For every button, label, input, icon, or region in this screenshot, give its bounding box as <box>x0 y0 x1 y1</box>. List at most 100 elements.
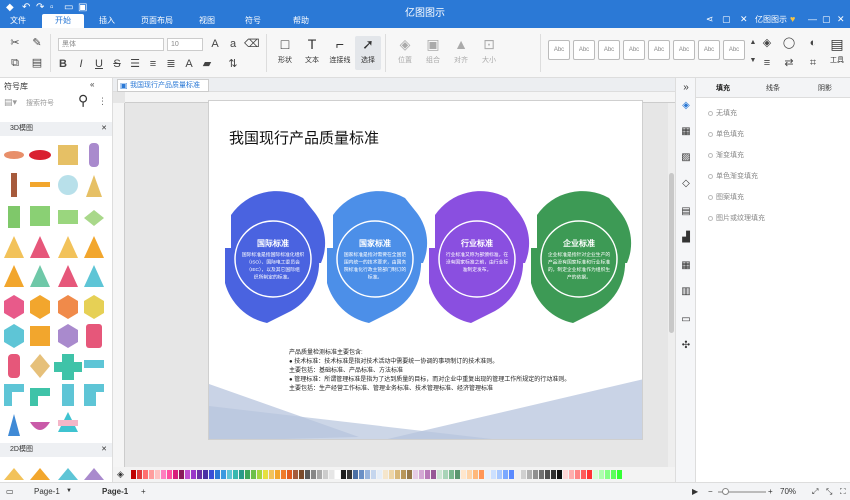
color-swatch[interactable] <box>545 470 550 479</box>
table-icon[interactable]: ▦ <box>680 260 692 272</box>
color-swatch[interactable] <box>527 470 532 479</box>
cut-icon[interactable]: ✂ <box>8 36 22 50</box>
shape-item[interactable] <box>11 173 17 197</box>
color-swatch[interactable] <box>155 470 160 479</box>
color-swatch[interactable] <box>605 470 610 479</box>
scrollbar-thumb[interactable] <box>669 173 674 333</box>
shape-item[interactable] <box>84 265 104 287</box>
color-swatch[interactable] <box>359 470 364 479</box>
style-scroll-up-icon[interactable]: ▲ <box>746 36 760 50</box>
font-family-select[interactable]: 黑体 <box>58 38 164 51</box>
fill-option-mono-gradient[interactable]: 单色渐变填充 <box>708 171 758 181</box>
card-industry-standard[interactable]: 行业标准行业标准又称为部颁标准，在没有国家标准之前，由行业标准制定发布。 <box>429 191 530 323</box>
shape-item[interactable] <box>62 384 74 406</box>
shape-item[interactable] <box>30 236 50 258</box>
color-swatch[interactable] <box>227 470 232 479</box>
add-page-button[interactable]: + <box>141 487 146 496</box>
card-enterprise-standard[interactable]: 企业标准企业标准是指针对企业生产的产品没有国家标准和行业标准的，制定企业标准作为… <box>531 191 632 323</box>
shape-item[interactable] <box>4 151 24 159</box>
fill-option-solid[interactable]: 单色填充 <box>708 129 744 139</box>
color-swatch[interactable] <box>611 470 616 479</box>
color-swatch[interactable] <box>407 470 412 479</box>
play-icon[interactable]: ▶ <box>692 487 698 496</box>
color-swatch[interactable] <box>563 470 568 479</box>
style-scroll-down-icon[interactable]: ▼ <box>746 54 760 68</box>
color-swatch[interactable] <box>449 470 454 479</box>
minimize-icon[interactable]: — <box>808 14 817 24</box>
color-swatch[interactable] <box>389 470 394 479</box>
zoom-slider-thumb[interactable] <box>722 488 729 495</box>
card-national-standard[interactable]: 国家标准国家标准是指对需要在全国范围内统一的技术要求，由国务院标准化行政主管部门… <box>327 191 428 323</box>
shape-item[interactable] <box>4 265 24 287</box>
page-icon[interactable]: ▤ <box>680 206 692 218</box>
shape-item[interactable] <box>8 414 20 436</box>
color-swatch[interactable] <box>167 470 172 479</box>
color-swatch[interactable] <box>503 470 508 479</box>
color-swatch[interactable] <box>575 470 580 479</box>
color-swatch[interactable] <box>497 470 502 479</box>
close-category-icon[interactable]: ✕ <box>101 122 107 136</box>
color-swatch[interactable] <box>533 470 538 479</box>
shape-item[interactable] <box>30 354 50 378</box>
shape-item[interactable] <box>84 360 104 368</box>
zoom-slider[interactable] <box>718 488 766 495</box>
format-painter-icon[interactable]: ✎ <box>30 36 44 50</box>
search-input[interactable]: 搜索符号 <box>26 98 54 108</box>
color-swatch[interactable] <box>263 470 268 479</box>
color-swatch[interactable] <box>179 470 184 479</box>
shape-item[interactable] <box>89 143 99 167</box>
color-swatch[interactable] <box>515 470 520 479</box>
color-swatch[interactable] <box>551 470 556 479</box>
color-swatch[interactable] <box>347 470 352 479</box>
library-icon[interactable]: ▤▾ <box>4 97 17 108</box>
shape-item[interactable] <box>58 468 78 480</box>
color-swatch[interactable] <box>593 470 598 479</box>
color-swatch[interactable] <box>329 470 334 479</box>
color-swatch[interactable] <box>491 470 496 479</box>
bold-icon[interactable]: B <box>56 57 70 71</box>
arrow-style-icon[interactable]: ⇄ <box>782 56 796 70</box>
tab-insert[interactable]: 插入 <box>88 14 126 28</box>
highlight-icon[interactable]: ▰ <box>200 57 214 71</box>
tab-help[interactable]: 帮助 <box>284 14 318 28</box>
category-2d[interactable]: 2D模图 ✕ <box>0 443 112 457</box>
fit-width-icon[interactable]: ⤡ <box>826 487 832 497</box>
color-swatch[interactable] <box>341 470 346 479</box>
shape-item[interactable] <box>58 210 78 224</box>
color-swatch[interactable] <box>221 470 226 479</box>
zoom-level[interactable]: 70% <box>780 487 796 496</box>
select-tool-button[interactable]: ➚ 选择 <box>355 36 381 70</box>
italic-icon[interactable]: I <box>74 57 88 71</box>
color-swatch[interactable] <box>377 470 382 479</box>
size-button[interactable]: ⊡ 大小 <box>476 36 502 65</box>
menu-file[interactable]: 文件 <box>4 14 32 28</box>
clear-format-icon[interactable]: ⌫ <box>244 37 260 51</box>
share-icon[interactable]: ⋖ <box>706 14 714 25</box>
shape-item[interactable] <box>30 206 50 226</box>
shuffle-icon[interactable]: ✣ <box>680 340 692 352</box>
font-shrink-icon[interactable]: a <box>226 37 240 51</box>
fullscreen-icon[interactable]: ⛶ <box>840 487 846 497</box>
color-swatch[interactable] <box>173 470 178 479</box>
color-swatch[interactable] <box>581 470 586 479</box>
tab-page-layout[interactable]: 页面布局 <box>134 14 180 28</box>
color-swatch[interactable] <box>203 470 208 479</box>
fill-icon[interactable]: ◈ <box>760 36 774 50</box>
color-swatch[interactable] <box>401 470 406 479</box>
color-swatch[interactable] <box>161 470 166 479</box>
color-swatch[interactable] <box>335 470 340 479</box>
maximize-icon[interactable]: ▢ <box>822 14 831 25</box>
color-swatch[interactable] <box>371 470 376 479</box>
comment-icon[interactable]: ▭ <box>680 314 692 326</box>
close-category-icon[interactable]: ✕ <box>101 443 107 457</box>
shape-item[interactable] <box>30 182 50 187</box>
bullet-list-icon[interactable]: ☰ <box>128 57 142 71</box>
card-international-standard[interactable]: 国际标准国际标准是指国际标准化组织（ISO）、国际电工委员会（IEC），以及其它… <box>225 191 326 323</box>
shape-item[interactable] <box>84 384 104 406</box>
tools-icon[interactable]: ✕ <box>740 14 748 25</box>
shape-item[interactable] <box>4 384 24 406</box>
style-preset[interactable]: Abc <box>548 40 570 60</box>
shape-item[interactable] <box>4 324 24 348</box>
new-icon[interactable]: ▫ <box>50 2 54 13</box>
color-swatch[interactable] <box>569 470 574 479</box>
